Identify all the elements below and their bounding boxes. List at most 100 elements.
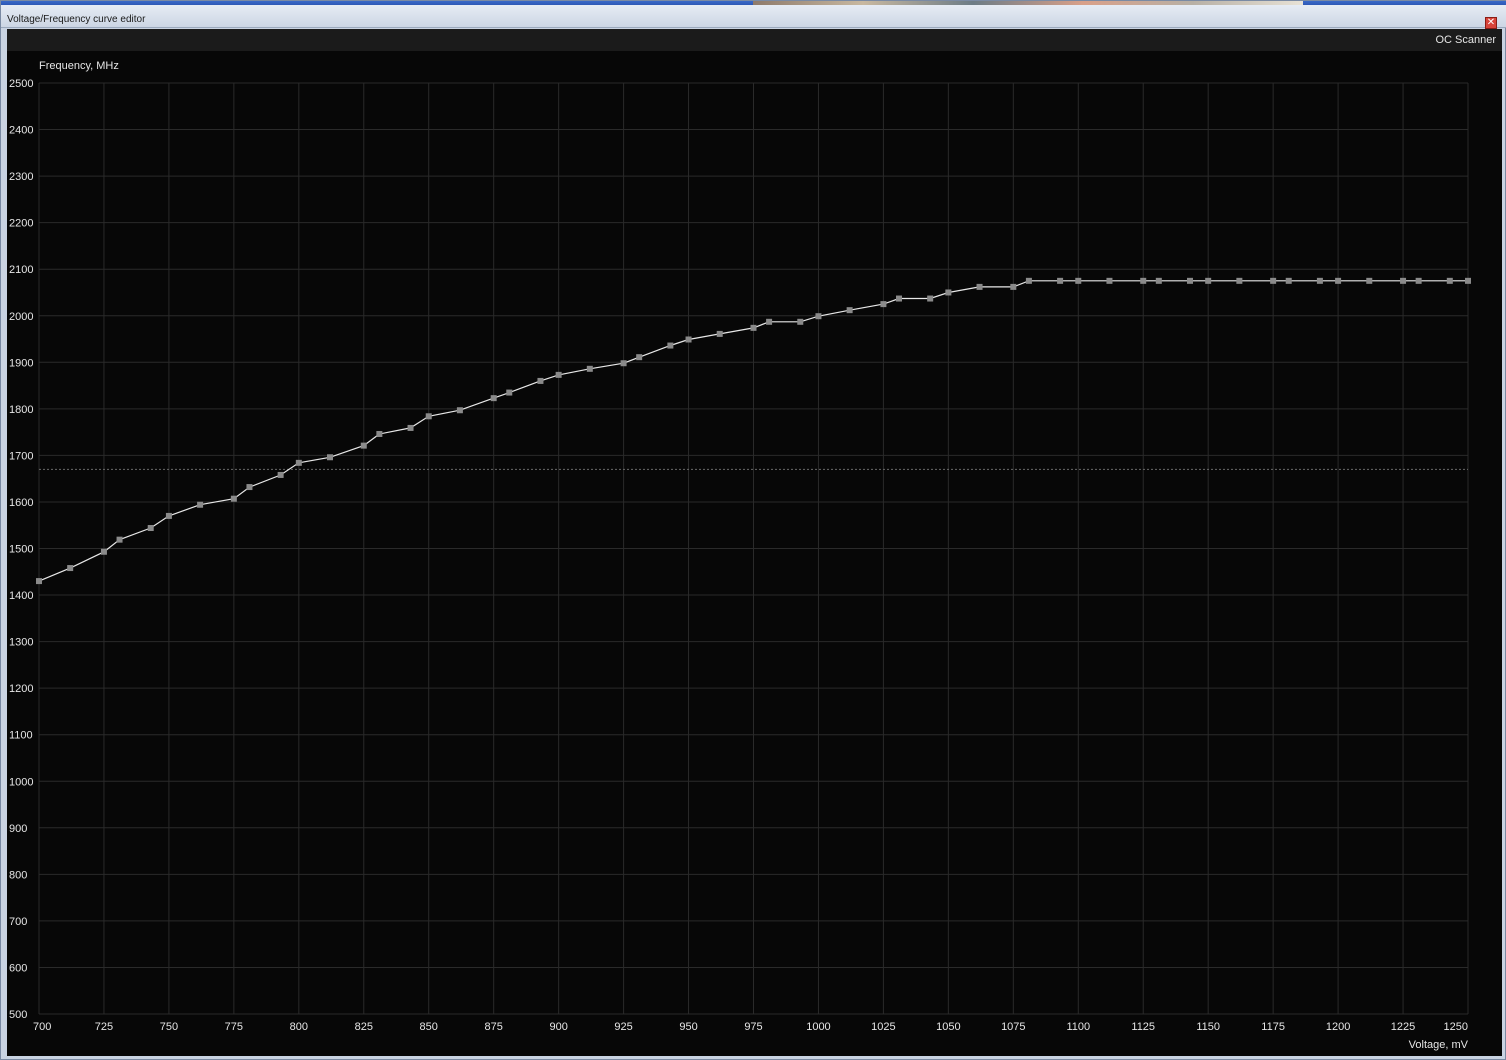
curve-point[interactable] xyxy=(1205,277,1212,284)
curve-point[interactable] xyxy=(1366,277,1373,284)
x-tick-label: 1100 xyxy=(1066,1021,1090,1033)
curve-point[interactable] xyxy=(360,442,367,449)
curve-point[interactable] xyxy=(165,512,172,519)
curve-point[interactable] xyxy=(797,318,804,325)
curve-point[interactable] xyxy=(295,459,302,466)
curve-point[interactable] xyxy=(147,525,154,532)
curve-point[interactable] xyxy=(1236,277,1243,284)
y-tick-label: 1900 xyxy=(9,357,33,369)
x-tick-label: 1125 xyxy=(1131,1021,1155,1033)
curve-point[interactable] xyxy=(277,471,284,478)
curve-point[interactable] xyxy=(1075,277,1082,284)
y-tick-label: 1700 xyxy=(9,450,33,462)
curve-point[interactable] xyxy=(67,565,74,572)
y-tick-label: 1600 xyxy=(9,497,33,509)
curve-point[interactable] xyxy=(376,430,383,437)
x-tick-label: 825 xyxy=(355,1021,373,1033)
curve-point[interactable] xyxy=(927,295,934,302)
curve-point[interactable] xyxy=(586,365,593,372)
curve-point[interactable] xyxy=(506,389,513,396)
y-axis-label: Frequency, MHz xyxy=(39,60,119,72)
curve-point[interactable] xyxy=(1010,283,1017,290)
x-tick-label: 1250 xyxy=(1444,1021,1468,1033)
y-tick-label: 1500 xyxy=(9,544,33,556)
x-tick-label: 750 xyxy=(160,1021,178,1033)
curve-point[interactable] xyxy=(230,495,237,502)
curve-point[interactable] xyxy=(555,371,562,378)
curve-point[interactable] xyxy=(1415,277,1422,284)
curve-point[interactable] xyxy=(1446,277,1453,284)
x-tick-label: 875 xyxy=(485,1021,503,1033)
curve-panel: OC Scanner 500 600 700 800 900 1000 1100 1200 13… xyxy=(7,29,1502,1056)
curve-point[interactable] xyxy=(976,283,983,290)
curve-point[interactable] xyxy=(407,424,414,431)
curve-point[interactable] xyxy=(895,295,902,302)
x-tick-label: 900 xyxy=(549,1021,567,1033)
y-tick-label: 900 xyxy=(9,823,27,835)
x-tick-label: 1200 xyxy=(1326,1021,1350,1033)
y-tick-label: 2500 xyxy=(9,78,33,90)
x-tick-label: 950 xyxy=(679,1021,697,1033)
curve-point[interactable] xyxy=(846,307,853,314)
vf-curve-chart[interactable]: 500 600 700 800 900 1000 1100 1200 1300 1400 1500 1… xyxy=(7,29,1502,1056)
curve-point[interactable] xyxy=(1025,277,1032,284)
curve-point[interactable] xyxy=(326,454,333,461)
x-axis-label: Voltage, mV xyxy=(1409,1039,1469,1051)
curve-point[interactable] xyxy=(1106,277,1113,284)
curve-point[interactable] xyxy=(1285,277,1292,284)
curve-point[interactable] xyxy=(246,484,253,491)
curve-point[interactable] xyxy=(1400,277,1407,284)
x-tick-label: 1025 xyxy=(871,1021,895,1033)
curve-point[interactable] xyxy=(620,360,627,367)
curve-point[interactable] xyxy=(1316,277,1323,284)
curve-point[interactable] xyxy=(815,313,822,320)
curve-point[interactable] xyxy=(667,342,674,349)
y-tick-label: 1000 xyxy=(9,776,33,788)
x-tick-label: 1050 xyxy=(936,1021,960,1033)
curve-point[interactable] xyxy=(100,548,107,555)
close-icon[interactable]: ✕ xyxy=(1485,17,1497,29)
x-tick-label: 850 xyxy=(420,1021,438,1033)
curve-point[interactable] xyxy=(1057,277,1064,284)
vf-curve-editor-window: Voltage/Frequency curve editor ✕ OC Scan… xyxy=(0,0,1506,1060)
curve-point[interactable] xyxy=(636,354,643,361)
curve-point[interactable] xyxy=(945,289,952,296)
y-tick-label: 600 xyxy=(9,962,27,974)
title-bar[interactable]: Voltage/Frequency curve editor ✕ xyxy=(1,5,1506,29)
curve-point[interactable] xyxy=(750,324,757,331)
curve-point[interactable] xyxy=(197,501,204,508)
x-tick-label: 1225 xyxy=(1391,1021,1415,1033)
x-tick-label: 925 xyxy=(614,1021,632,1033)
y-tick-label: 500 xyxy=(9,1009,27,1021)
y-tick-label: 800 xyxy=(9,869,27,881)
curve-point[interactable] xyxy=(1335,277,1342,284)
curve-point[interactable] xyxy=(685,336,692,343)
curve-point[interactable] xyxy=(1465,277,1471,284)
curve-point[interactable] xyxy=(425,413,432,420)
x-tick-label: 800 xyxy=(290,1021,308,1033)
curve-point[interactable] xyxy=(716,330,723,337)
curve-point[interactable] xyxy=(490,395,497,402)
curve-point[interactable] xyxy=(1140,277,1147,284)
y-tick-label: 1300 xyxy=(9,637,33,649)
x-tick-label: 1000 xyxy=(806,1021,830,1033)
x-tick-label: 1175 xyxy=(1261,1021,1285,1033)
y-tick-label: 700 xyxy=(9,916,27,928)
curve-point[interactable] xyxy=(1270,277,1277,284)
curve-point[interactable] xyxy=(880,301,887,308)
curve-point[interactable] xyxy=(1155,277,1162,284)
x-tick-label: 725 xyxy=(95,1021,113,1033)
y-tick-label: 2100 xyxy=(9,264,33,276)
y-tick-label: 2200 xyxy=(9,218,33,230)
y-tick-label: 1200 xyxy=(9,683,33,695)
x-tick-label: 1075 xyxy=(1001,1021,1025,1033)
curve-point[interactable] xyxy=(1186,277,1193,284)
curve-point[interactable] xyxy=(116,536,123,543)
curve-point[interactable] xyxy=(537,377,544,384)
x-tick-label: 775 xyxy=(225,1021,243,1033)
curve-point[interactable] xyxy=(36,578,42,585)
curve-point[interactable] xyxy=(456,407,463,414)
curve-point[interactable] xyxy=(766,318,773,325)
y-tick-label: 1100 xyxy=(9,730,33,742)
y-tick-label: 2300 xyxy=(9,171,33,183)
